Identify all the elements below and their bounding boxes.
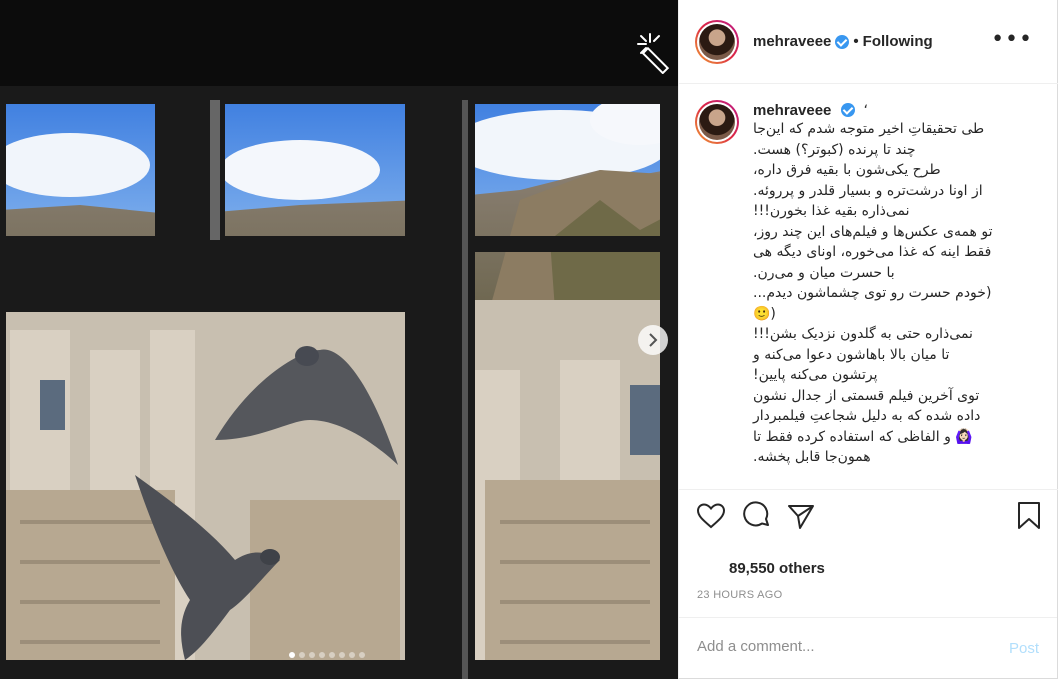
heart-icon[interactable]: [695, 500, 727, 532]
following-button[interactable]: Following: [863, 33, 933, 50]
post-photo: [0, 0, 678, 679]
post-header: mehraveee • Following •••: [679, 0, 1058, 84]
chevron-right-icon: [649, 333, 658, 347]
verified-badge-icon: [835, 34, 850, 49]
caption-line: پرتشون می‌کنه پایین!: [753, 367, 878, 383]
post-media[interactable]: [0, 0, 678, 679]
action-bar: [679, 489, 1058, 549]
carousel-dot: [329, 652, 335, 658]
caption-line: از اونا درشت‌تره و بسیار قلدر و پررو‌ئه.: [753, 182, 983, 199]
carousel-dot: [299, 652, 305, 658]
caption-line: تا میان بالا باهاشون دعوا می‌کنه و: [753, 346, 950, 363]
caption-line: 🙆🏻‍♀️ و الفاظی که استفاده کرده فقط تا: [753, 428, 973, 445]
carousel-next-button[interactable]: [638, 325, 668, 355]
caption-area: mehraveee ‘ طی تحقیقاتِ اخیر متوجه شدم ک…: [679, 84, 1058, 489]
carousel-dot: [359, 652, 365, 658]
carousel-dot: [319, 652, 325, 658]
caption-line: فقط اینه که غذا می‌خوره، اونای دیگه هی: [753, 244, 992, 260]
comment-form: Post: [679, 617, 1057, 679]
share-icon[interactable]: [785, 500, 817, 532]
caption-avatar[interactable]: [695, 100, 739, 144]
caption-text: طی تحقیقاتِ اخیر متوجه شدم که این‌جا چند …: [753, 119, 1039, 468]
caption-line: توی آخرین فیلم قسمتی از جدال نشون: [753, 387, 980, 404]
caption-line: داده شده که به دلیل شجاعتِ فیلمبردار: [753, 408, 981, 424]
separator-dot: •: [853, 33, 859, 50]
caption-line: (خودم حسرت رو توی چشماشون دیدم...: [753, 285, 992, 301]
verified-badge-icon: [840, 103, 855, 117]
caption-line: همون‌جا قابل پخشه.: [753, 449, 871, 465]
post-timestamp[interactable]: 23 HOURS AGO: [697, 589, 783, 601]
caption-line: با حسرت میان و می‌رن.: [753, 264, 895, 281]
post-sidebar: mehraveee • Following ••• mehraveee ‘ طی…: [678, 0, 1058, 679]
caption-suffix: ‘: [863, 103, 869, 119]
comment-icon[interactable]: [741, 500, 773, 532]
comment-input[interactable]: [697, 638, 997, 655]
avatar[interactable]: [695, 19, 739, 64]
carousel-indicator: [289, 652, 365, 658]
likes-count[interactable]: 89,550 others: [729, 560, 825, 577]
caption-line: نمی‌ذاره حتی به گلدون نزدیک بشن!!!: [753, 326, 973, 342]
caption-username-link[interactable]: mehraveee: [753, 102, 831, 119]
caption-line: تو همه‌ی عکس‌ها و فیلم‌های این چند روز،: [753, 223, 993, 240]
caption-line: طرح یکی‌شون با بقیه فرق داره،: [753, 162, 941, 178]
carousel-dot: [339, 652, 345, 658]
caption-line: 🙂): [753, 305, 776, 322]
caption-line: نمی‌ذاره بقیه غذا بخورن!!!: [753, 203, 910, 219]
caption-line: چند تا پرنده (کبوتر؟) هست.: [753, 141, 916, 158]
username-link[interactable]: mehraveee: [753, 33, 831, 50]
post-modal: mehraveee • Following ••• mehraveee ‘ طی…: [0, 0, 1058, 679]
caption-line: طی تحقیقاتِ اخیر متوجه شدم که این‌جا: [753, 121, 985, 137]
post-comment-button[interactable]: Post: [1009, 640, 1039, 657]
carousel-dot: [289, 652, 295, 658]
carousel-dot: [349, 652, 355, 658]
bookmark-icon[interactable]: [1013, 500, 1045, 532]
more-options-icon[interactable]: •••: [991, 29, 1033, 51]
magic-wand-icon: [637, 33, 670, 74]
carousel-dot: [309, 652, 315, 658]
